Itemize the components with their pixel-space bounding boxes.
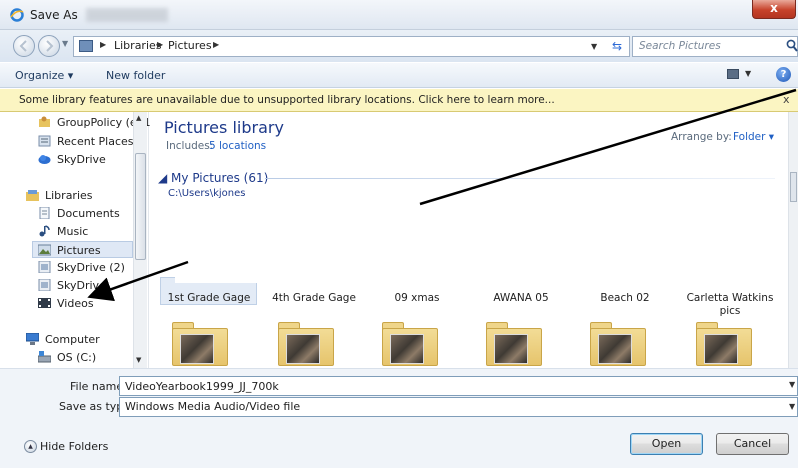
sidebar-item-label: OS (C:) xyxy=(57,351,97,364)
open-button[interactable]: Open xyxy=(630,433,703,455)
group-path: C:\Users\kjones xyxy=(168,188,246,199)
folder-label-awana-05[interactable]: AWANA 05 xyxy=(466,292,576,305)
music-icon xyxy=(39,225,50,237)
file-name-input[interactable] xyxy=(119,376,798,396)
info-bar-message[interactable]: Some library features are unavailable du… xyxy=(19,94,555,106)
pictures-icon xyxy=(38,244,51,256)
videos-icon xyxy=(38,298,51,308)
blurred-title-region xyxy=(86,8,168,22)
libraries-icon xyxy=(26,190,39,201)
address-bar[interactable]: ▶ Libraries ▶ Pictures ▶ xyxy=(73,36,630,57)
skydrive-icon xyxy=(38,155,51,164)
library-title: Pictures library xyxy=(164,118,284,137)
skydrive-library-icon xyxy=(38,279,51,291)
sidebar-item-label: SkyDrive (2) xyxy=(57,261,125,274)
title-bar: Save As x xyxy=(0,0,798,30)
sidebar-item-pictures[interactable]: Pictures xyxy=(32,241,133,258)
navigation-pane: GroupPolicy (e31 Recent Places SkyDrive … xyxy=(0,112,151,368)
computer-icon xyxy=(26,333,39,345)
close-button[interactable]: x xyxy=(752,0,796,19)
breadcrumb-separator-icon[interactable]: ▶ xyxy=(213,40,219,49)
scroll-up-icon[interactable]: ▲ xyxy=(136,114,141,122)
arrange-by-label: Arrange by: xyxy=(671,131,732,143)
sidebar-item-label: Videos xyxy=(57,297,94,310)
sidebar-item-label: Music xyxy=(57,225,89,238)
folder-label-beach-02[interactable]: Beach 02 xyxy=(570,292,680,305)
cancel-button[interactable]: Cancel xyxy=(716,433,789,455)
scrollbar-thumb[interactable] xyxy=(790,172,797,202)
arrange-by-dropdown[interactable]: Folder ▾ xyxy=(733,131,774,143)
organize-button[interactable]: Organize ▾ xyxy=(15,69,73,82)
refresh-icon: ⇆ xyxy=(611,39,623,53)
folder-icon[interactable] xyxy=(382,322,438,366)
folder-icon[interactable] xyxy=(590,322,646,366)
sidebar-item-label: Documents xyxy=(57,207,120,220)
collapse-arrow-icon[interactable]: ▲ xyxy=(24,440,37,453)
search-input[interactable]: Search Pictures xyxy=(632,36,798,57)
back-arrow-icon xyxy=(19,40,27,52)
sidebar-item-label: SkyDrive xyxy=(57,279,106,292)
new-folder-button[interactable]: New folder xyxy=(106,69,165,82)
group-header-my-pictures[interactable]: ◢ My Pictures (61) xyxy=(158,171,268,185)
navigation-scrollbar[interactable]: ▲ ▼ xyxy=(133,112,147,368)
refresh-button[interactable]: ⇆ xyxy=(607,37,627,56)
folder-icon xyxy=(79,40,93,52)
folder-icon[interactable] xyxy=(486,322,542,366)
save-form: File name: ▼ Save as type: Windows Media… xyxy=(0,368,798,418)
group-divider xyxy=(265,178,775,179)
search-placeholder: Search Pictures xyxy=(639,40,721,52)
ie-icon xyxy=(10,8,24,22)
scroll-down-icon[interactable]: ▼ xyxy=(136,356,141,364)
sidebar-item-label: SkyDrive xyxy=(57,153,106,166)
back-button[interactable] xyxy=(13,35,35,57)
folder-label-09-xmas[interactable]: 09 xmas xyxy=(362,292,472,305)
drive-icon xyxy=(38,351,51,363)
hide-folders-button[interactable]: Hide Folders xyxy=(40,440,108,453)
info-bar-close-icon[interactable]: x xyxy=(783,93,790,106)
sidebar-item-label: Recent Places xyxy=(57,135,134,148)
breadcrumb-pictures[interactable]: Pictures xyxy=(168,39,212,52)
breadcrumb-separator-icon[interactable]: ▶ xyxy=(157,40,163,49)
folder-icon[interactable] xyxy=(696,322,752,366)
window-title: Save As xyxy=(30,8,78,22)
user-folder-icon xyxy=(39,116,50,127)
dialog-footer: ▲ Hide Folders Open Cancel xyxy=(0,418,798,468)
folder-icon[interactable] xyxy=(278,322,334,366)
sidebar-item-label: Computer xyxy=(45,333,100,346)
forward-button[interactable] xyxy=(38,35,60,57)
info-bar[interactable]: Some library features are unavailable du… xyxy=(0,89,798,112)
search-icon[interactable] xyxy=(786,39,798,53)
forward-arrow-icon xyxy=(46,40,54,52)
content-scrollbar[interactable] xyxy=(788,112,798,368)
save-as-type-dropdown-icon[interactable]: ▼ xyxy=(789,402,795,411)
views-dropdown-icon[interactable]: ▼ xyxy=(745,69,751,78)
redaction-box xyxy=(175,208,760,283)
sidebar-item-label: Libraries xyxy=(45,189,93,202)
folder-label-1st-grade-gage[interactable]: 1st Grade Gage xyxy=(154,292,264,305)
address-dropdown-icon[interactable]: ▼ xyxy=(591,37,605,56)
command-toolbar: Organize ▾ New folder ▼ ? xyxy=(0,62,798,88)
views-icon[interactable] xyxy=(727,69,739,79)
sidebar-item-label: Pictures xyxy=(57,244,101,257)
history-dropdown-icon[interactable]: ▼ xyxy=(62,39,70,51)
folder-icon[interactable] xyxy=(172,322,228,366)
breadcrumb-separator-icon[interactable]: ▶ xyxy=(100,40,106,49)
help-button[interactable]: ? xyxy=(776,67,791,82)
file-name-dropdown-icon[interactable]: ▼ xyxy=(789,380,795,389)
skydrive-library-icon xyxy=(38,261,51,273)
documents-icon xyxy=(39,207,50,219)
save-as-type-select[interactable]: Windows Media Audio/Video file xyxy=(119,397,798,417)
breadcrumb-libraries[interactable]: Libraries xyxy=(114,39,162,52)
includes-label: Includes: xyxy=(166,140,214,152)
folder-label-carletta-watkins-pics[interactable]: Carletta Watkins pics xyxy=(675,292,785,318)
scrollbar-thumb[interactable] xyxy=(135,153,146,260)
includes-locations-link[interactable]: 5 locations xyxy=(209,140,266,152)
folder-label-4th-grade-gage[interactable]: 4th Grade Gage xyxy=(259,292,369,305)
recent-places-icon xyxy=(38,135,51,147)
